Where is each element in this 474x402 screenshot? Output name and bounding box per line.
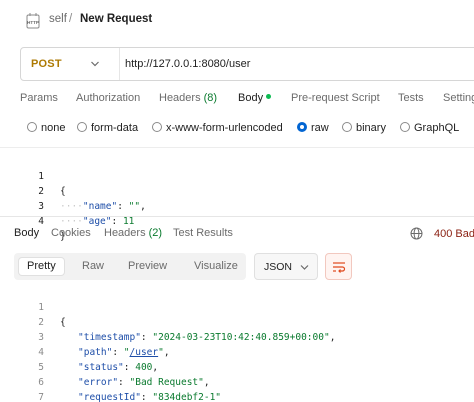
tab-authorization[interactable]: Authorization (76, 92, 140, 104)
json-key: "age" (82, 216, 112, 227)
code-content: "requestId": "834debf2-1" (78, 390, 221, 402)
code-line: 4 "status": 400, (0, 330, 474, 373)
chevron-down-icon (300, 265, 309, 270)
response-tab-test-results[interactable]: Test Results (173, 227, 233, 239)
body-type-urlencoded[interactable]: x-www-form-urlencoded (152, 122, 283, 134)
svg-text:HTTP: HTTP (27, 20, 39, 25)
response-view-toggle: Pretty Raw Preview Visualize (14, 253, 246, 280)
format-label: JSON (264, 261, 293, 273)
wrap-lines-button[interactable] (325, 253, 352, 280)
method-select[interactable]: POST (31, 58, 62, 70)
body-indicator-dot (266, 94, 272, 99)
response-format-select[interactable]: JSON (254, 253, 318, 280)
body-type-graphql[interactable]: GraphQL (400, 122, 459, 134)
tab-headers-label: Headers (159, 92, 201, 104)
view-visualize-button[interactable]: Visualize (186, 258, 246, 275)
body-type-binary-label: binary (356, 122, 386, 134)
radio-urlencoded[interactable] (152, 122, 162, 132)
globe-icon[interactable] (410, 227, 423, 240)
json-key: "requestId" (78, 392, 141, 402)
tab-pre-request-script[interactable]: Pre-request Script (291, 92, 380, 104)
body-type-binary[interactable]: binary (342, 122, 386, 134)
view-pretty-button[interactable]: Pretty (19, 258, 64, 275)
response-tab-headers-count: (2) (148, 227, 163, 239)
radio-binary[interactable] (342, 122, 352, 132)
json-value: 11 (122, 216, 135, 227)
tab-settings[interactable]: Setting (443, 92, 474, 104)
code-line: 1 { (0, 285, 474, 328)
response-tab-cookies[interactable]: Cookies (51, 227, 91, 239)
body-type-urlencoded-label: x-www-form-urlencoded (166, 122, 283, 134)
json-colon: : (140, 392, 153, 402)
radio-graphql[interactable] (400, 122, 410, 132)
code-line: 3 ····"age": 11 (0, 184, 474, 227)
radio-none[interactable] (27, 122, 37, 132)
json-value: "834debf2-1" (152, 392, 222, 402)
tab-body[interactable]: Body (238, 92, 272, 104)
response-tab-headers-label: Headers (104, 227, 146, 239)
tab-tests[interactable]: Tests (398, 92, 424, 104)
body-type-selector: none form-data x-www-form-urlencoded raw… (0, 122, 474, 140)
code-line: 5 "error": "Bad Request", (0, 345, 474, 388)
radio-raw[interactable] (297, 122, 307, 132)
url-input[interactable]: http://127.0.0.1:8080/user (125, 58, 250, 70)
wrap-lines-icon (333, 262, 346, 273)
method-divider (119, 48, 120, 80)
breadcrumb-separator: / (69, 13, 73, 25)
body-type-graphql-label: GraphQL (414, 122, 460, 134)
code-line: 1 { (0, 154, 474, 197)
view-preview-button[interactable]: Preview (120, 258, 175, 275)
indent-guide: ···· (60, 216, 83, 227)
url-bar: POST http://127.0.0.1:8080/user (20, 47, 474, 81)
tab-body-label: Body (238, 92, 264, 104)
code-line: 2 "timestamp": "2024-03-23T10:42:40.859+… (0, 300, 474, 343)
tab-headers-count: (8) (203, 92, 218, 104)
http-icon: HTTP (26, 13, 40, 29)
body-type-none-label: none (41, 122, 66, 134)
response-divider[interactable] (0, 216, 474, 217)
radio-form-data[interactable] (77, 122, 87, 132)
view-raw-button[interactable]: Raw (74, 258, 112, 275)
body-type-raw-label: raw (311, 122, 329, 134)
code-line: 7 } (0, 375, 474, 402)
code-line: 4 } (0, 199, 474, 242)
editor-divider (0, 147, 474, 148)
body-type-none[interactable]: none (27, 122, 65, 134)
tab-params[interactable]: Params (20, 92, 58, 104)
request-tabs: Params Authorization Headers (8) Body Pr… (0, 92, 474, 112)
tab-headers[interactable]: Headers (8) (159, 92, 217, 104)
line-number: 7 (38, 392, 44, 402)
response-tab-headers[interactable]: Headers (2) (104, 227, 162, 239)
chevron-down-icon[interactable] (90, 60, 100, 68)
response-status[interactable]: 400 Bad (434, 228, 474, 240)
request-header: HTTP self / New Request (0, 0, 474, 40)
json-colon: : (111, 216, 123, 227)
code-line: 6 "requestId": "834debf2-1" (0, 360, 474, 402)
response-tabs: Body Cookies Headers (2) Test Results (0, 227, 474, 245)
code-line: 2 ····"name": "", (0, 169, 474, 212)
code-line: 3 "path": "/user", (0, 315, 474, 358)
body-type-form-data[interactable]: form-data (77, 122, 138, 134)
request-title[interactable]: New Request (80, 13, 152, 25)
body-type-form-data-label: form-data (91, 122, 139, 134)
response-tab-body[interactable]: Body (14, 227, 39, 239)
breadcrumb-collection[interactable]: self (49, 13, 67, 25)
body-type-raw[interactable]: raw (297, 122, 329, 134)
